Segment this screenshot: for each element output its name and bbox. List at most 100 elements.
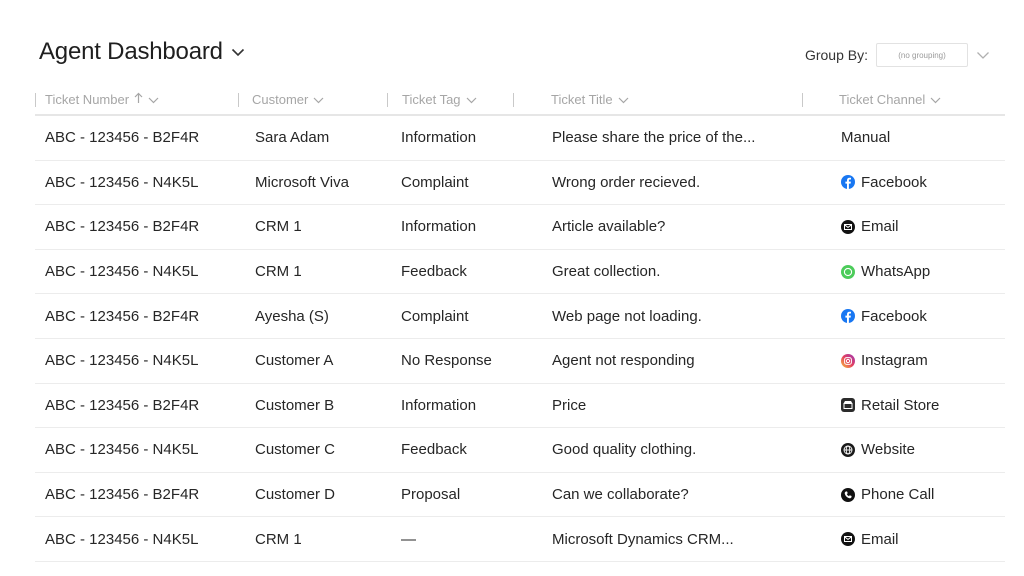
email-icon — [841, 219, 855, 234]
channel-label: Instagram — [861, 352, 928, 370]
ticket-tag-cell: Feedback — [401, 263, 467, 281]
retail-store-icon — [841, 398, 855, 413]
column-header-ticket-tag[interactable]: Ticket Tag — [402, 84, 477, 114]
column-header-label: Ticket Channel — [839, 91, 926, 107]
chevron-down-icon[interactable] — [976, 51, 990, 60]
ticket-title-cell[interactable]: Web page not loading. — [552, 294, 702, 338]
ticket-channel-cell: Email — [841, 205, 899, 249]
ticket-channel-cell: Website — [841, 428, 915, 472]
table-row[interactable]: ABC - 123456 - N4K5L CRM 1 — Microsoft D… — [35, 517, 1005, 562]
chevron-down-icon[interactable] — [313, 92, 324, 107]
table-row[interactable]: ABC - 123456 - B2F4R Ayesha (S) Complain… — [35, 294, 1005, 339]
ticket-number-cell[interactable]: ABC - 123456 - N4K5L — [45, 250, 198, 294]
table-row[interactable]: ABC - 123456 - N4K5L Customer C Feedback… — [35, 428, 1005, 473]
website-icon — [841, 442, 855, 457]
ticket-title-cell[interactable]: Article available? — [552, 205, 665, 249]
agent-dashboard-page: Agent Dashboard Group By: (no grouping) … — [0, 0, 1024, 576]
table-header: Ticket Number Customer Ticket Tag Ticket… — [35, 84, 1005, 116]
ticket-number-cell[interactable]: ABC - 123456 - B2F4R — [45, 473, 199, 517]
ticket-number-cell[interactable]: ABC - 123456 - B2F4R — [45, 294, 199, 338]
facebook-icon — [841, 175, 855, 190]
channel-label: Phone Call — [861, 486, 935, 504]
ticket-title-cell[interactable]: Good quality clothing. — [552, 428, 696, 472]
channel-label: Facebook — [861, 307, 927, 325]
ticket-title-cell[interactable]: Can we collaborate? — [552, 473, 689, 517]
ticket-title-cell[interactable]: Great collection. — [552, 250, 660, 294]
page-title: Agent Dashboard — [39, 38, 223, 65]
column-header-label: Ticket Title — [551, 91, 613, 107]
facebook-icon — [841, 309, 855, 324]
ticket-number-cell[interactable]: ABC - 123456 - N4K5L — [45, 161, 198, 205]
ticket-number-cell[interactable]: ABC - 123456 - B2F4R — [45, 384, 199, 428]
customer-cell[interactable]: Customer A — [255, 339, 333, 383]
ticket-tag-cell: Feedback — [401, 441, 467, 459]
channel-label: Manual — [841, 129, 891, 147]
group-by-label: Group By: — [804, 47, 868, 63]
customer-cell[interactable]: Microsoft Viva — [255, 161, 349, 205]
column-divider[interactable] — [35, 93, 36, 107]
column-header-ticket-title[interactable]: Ticket Title — [551, 84, 629, 114]
email-icon — [841, 532, 855, 547]
ticket-tag-cell: No Response — [401, 352, 492, 370]
view-selector[interactable]: Agent Dashboard — [39, 38, 245, 66]
column-divider[interactable] — [238, 93, 239, 107]
ticket-number-cell[interactable]: ABC - 123456 - B2F4R — [45, 205, 199, 249]
ticket-tag-cell: Information — [401, 129, 477, 147]
table-row[interactable]: ABC - 123456 - B2F4R Customer B Informat… — [35, 384, 1005, 429]
customer-cell[interactable]: Sara Adam — [255, 116, 329, 160]
column-header-label: Customer — [252, 91, 309, 107]
ticket-tag-cell: — — [401, 530, 416, 548]
customer-cell[interactable]: Customer C — [255, 428, 335, 472]
ticket-title-cell[interactable]: Price — [552, 384, 586, 428]
ticket-channel-cell: Phone Call — [841, 473, 934, 517]
ticket-title-cell[interactable]: Microsoft Dynamics CRM... — [552, 517, 734, 561]
ticket-tag-cell: Information — [401, 396, 477, 414]
column-header-label: Ticket Number — [45, 91, 130, 107]
column-divider[interactable] — [802, 93, 803, 107]
column-divider[interactable] — [513, 93, 514, 107]
column-header-ticket-number[interactable]: Ticket Number — [45, 84, 159, 114]
table-body: ABC - 123456 - B2F4R Sara Adam Informati… — [35, 116, 1005, 562]
chevron-down-icon[interactable] — [148, 92, 159, 107]
whatsapp-icon — [841, 264, 855, 279]
column-header-ticket-channel[interactable]: Ticket Channel — [839, 84, 941, 114]
ticket-channel-cell: Retail Store — [841, 384, 939, 428]
table-row[interactable]: ABC - 123456 - N4K5L Customer A No Respo… — [35, 339, 1005, 384]
column-header-customer[interactable]: Customer — [252, 84, 324, 114]
customer-cell[interactable]: CRM 1 — [255, 250, 302, 294]
customer-cell[interactable]: CRM 1 — [255, 205, 302, 249]
channel-label: Website — [861, 441, 915, 459]
group-by-control: Group By: (no grouping) — [805, 43, 990, 67]
ticket-number-cell[interactable]: ABC - 123456 - N4K5L — [45, 517, 198, 561]
chevron-down-icon[interactable] — [231, 48, 245, 57]
phone-icon — [841, 487, 855, 502]
ticket-channel-cell: WhatsApp — [841, 250, 930, 294]
table-row[interactable]: ABC - 123456 - B2F4R CRM 1 Information A… — [35, 205, 1005, 250]
ticket-title-cell[interactable]: Wrong order recieved. — [552, 161, 700, 205]
ticket-number-cell[interactable]: ABC - 123456 - N4K5L — [45, 428, 198, 472]
ticket-title-cell[interactable]: Agent not responding — [552, 339, 695, 383]
ticket-tag-cell: Complaint — [401, 307, 469, 325]
table-row[interactable]: ABC - 123456 - B2F4R Sara Adam Informati… — [35, 116, 1005, 161]
channel-label: Retail Store — [861, 396, 940, 414]
tickets-table: Ticket Number Customer Ticket Tag Ticket… — [35, 84, 1005, 562]
sort-ascending-icon[interactable] — [134, 92, 143, 107]
customer-cell[interactable]: Customer D — [255, 473, 335, 517]
chevron-down-icon[interactable] — [930, 92, 941, 107]
table-row[interactable]: ABC - 123456 - N4K5L Microsoft Viva Comp… — [35, 161, 1005, 206]
table-row[interactable]: ABC - 123456 - N4K5L CRM 1 Feedback Grea… — [35, 250, 1005, 295]
ticket-title-cell[interactable]: Please share the price of the... — [552, 116, 755, 160]
chevron-down-icon[interactable] — [618, 92, 629, 107]
column-divider[interactable] — [387, 93, 388, 107]
ticket-number-cell[interactable]: ABC - 123456 - N4K5L — [45, 339, 198, 383]
customer-cell[interactable]: CRM 1 — [255, 517, 302, 561]
customer-cell[interactable]: Customer B — [255, 384, 334, 428]
customer-cell[interactable]: Ayesha (S) — [255, 294, 329, 338]
channel-label: Facebook — [861, 173, 927, 191]
ticket-channel-cell: Manual — [841, 116, 890, 160]
ticket-number-cell[interactable]: ABC - 123456 - B2F4R — [45, 116, 199, 160]
table-row[interactable]: ABC - 123456 - B2F4R Customer D Proposal… — [35, 473, 1005, 518]
ticket-channel-cell: Facebook — [841, 161, 927, 205]
group-by-select[interactable]: (no grouping) — [876, 43, 968, 67]
chevron-down-icon[interactable] — [466, 92, 477, 107]
